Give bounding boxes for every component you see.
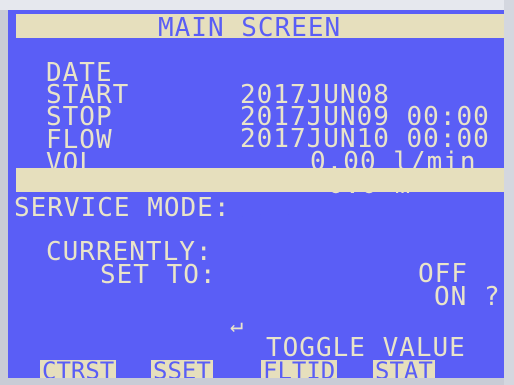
set-to-value[interactable]: ON ? <box>434 284 501 310</box>
bezel-top <box>0 0 514 10</box>
set-to-label: SET TO: <box>100 260 217 290</box>
softkey-sset[interactable]: SSET <box>151 359 213 378</box>
softkey-ctrst[interactable]: CTRST <box>40 359 117 378</box>
bezel-right <box>504 0 514 385</box>
service-mode-title: SERVICE MODE: <box>14 193 231 223</box>
enter-arrow-icon: ↵ <box>230 313 245 338</box>
status-time: 09:13 <box>233 210 317 240</box>
toggle-value-label: TOGGLE VALUE <box>266 333 466 363</box>
softkey-fltid[interactable]: FLTID <box>261 359 338 378</box>
page-title: MAIN SCREEN <box>158 13 342 43</box>
softkey-stat[interactable]: STAT <box>373 359 435 378</box>
lcd-screen: MAIN SCREEN DATE 2017JUN08 START 2017JUN… <box>8 10 504 378</box>
